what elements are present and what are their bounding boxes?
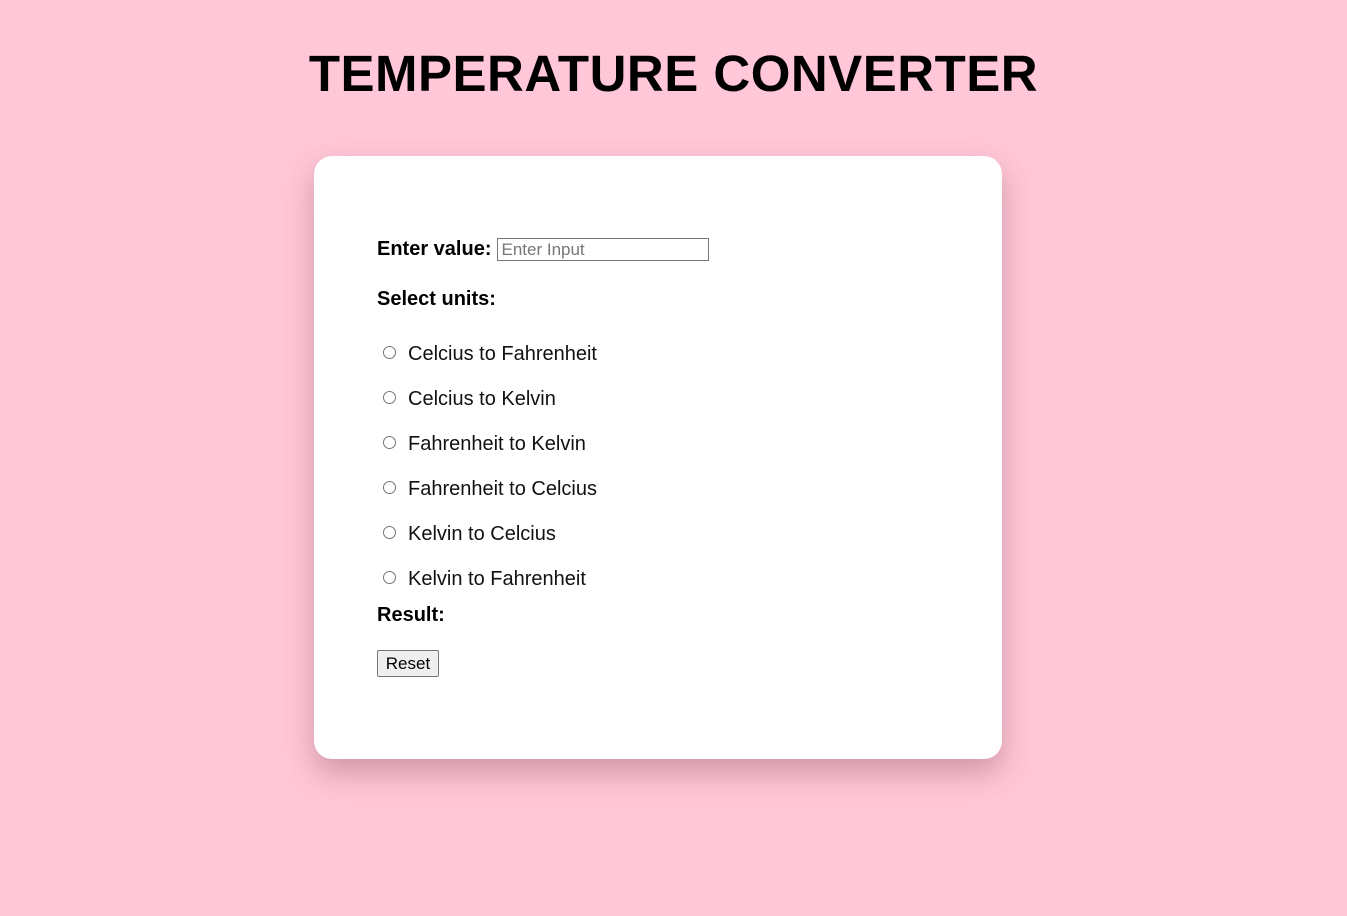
option-celcius-to-fahrenheit[interactable]: Celcius to Fahrenheit xyxy=(377,332,597,377)
result-label: Result: xyxy=(377,604,445,627)
option-kelvin-to-fahrenheit[interactable]: Kelvin to Fahrenheit xyxy=(377,557,597,602)
radio-button[interactable] xyxy=(383,571,396,584)
select-units-label: Select units: xyxy=(377,288,496,310)
reset-button[interactable]: Reset xyxy=(377,650,439,677)
option-label: Celcius to Kelvin xyxy=(408,388,556,410)
radio-button[interactable] xyxy=(383,346,396,359)
option-celcius-to-kelvin[interactable]: Celcius to Kelvin xyxy=(377,377,597,422)
enter-value-row: Enter value: xyxy=(377,238,710,261)
option-label: Fahrenheit to Kelvin xyxy=(408,433,586,455)
radio-button[interactable] xyxy=(383,436,396,449)
enter-value-label: Enter value: xyxy=(377,238,492,260)
option-label: Kelvin to Fahrenheit xyxy=(408,568,586,590)
option-label: Fahrenheit to Celcius xyxy=(408,478,597,500)
radio-button[interactable] xyxy=(383,526,396,539)
option-label: Celcius to Fahrenheit xyxy=(408,343,597,365)
converter-card: Enter value: Select units: Celcius to Fa… xyxy=(314,156,1002,759)
option-fahrenheit-to-kelvin[interactable]: Fahrenheit to Kelvin xyxy=(377,422,597,467)
result-label-text: Result: xyxy=(377,604,445,626)
radio-button[interactable] xyxy=(383,481,396,494)
option-label: Kelvin to Celcius xyxy=(408,523,556,545)
page-title: TEMPERATURE CONVERTER xyxy=(308,45,1039,102)
value-input[interactable] xyxy=(497,238,710,261)
unit-options-list: Celcius to Fahrenheit Celcius to Kelvin … xyxy=(377,332,597,602)
option-fahrenheit-to-celcius[interactable]: Fahrenheit to Celcius xyxy=(377,467,597,512)
radio-button[interactable] xyxy=(383,391,396,404)
option-kelvin-to-celcius[interactable]: Kelvin to Celcius xyxy=(377,512,597,557)
